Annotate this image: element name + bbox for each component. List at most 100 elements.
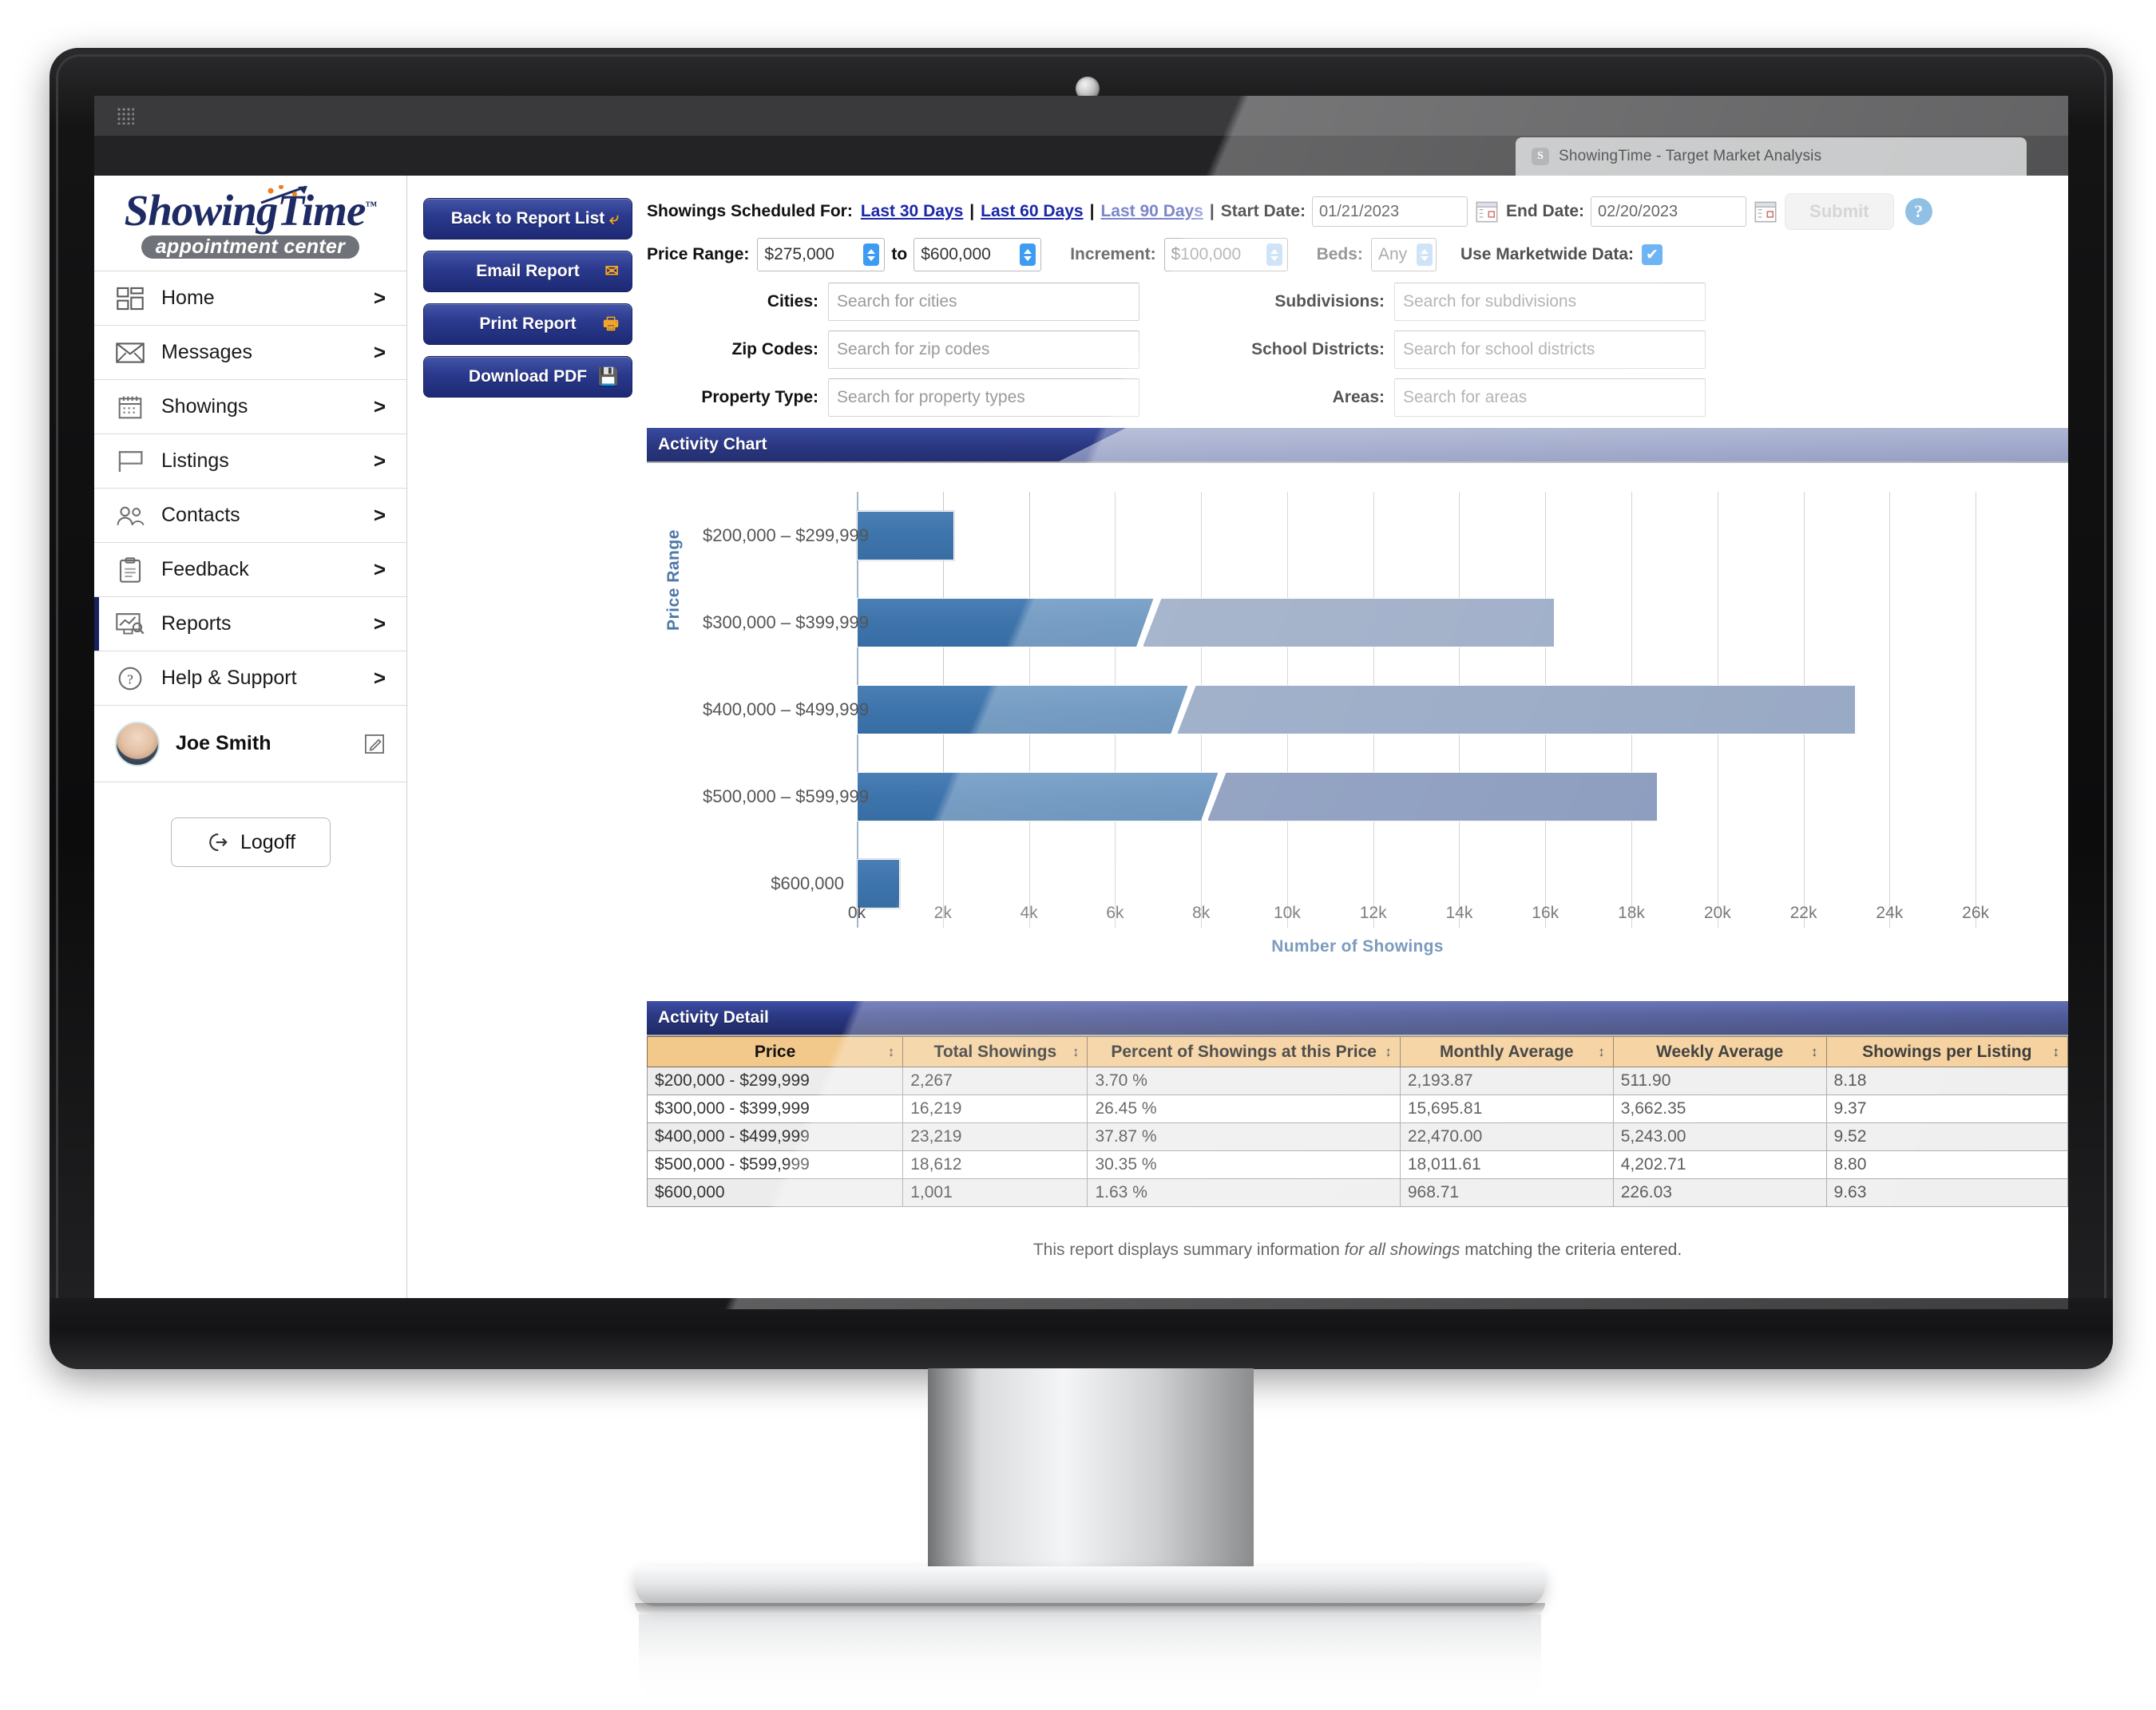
scheduled-for-label: Showings Scheduled For: [647,202,853,220]
logo-tm: ™ [365,200,377,213]
browser-tab[interactable]: S ShowingTime - Target Market Analysis [1516,137,2027,176]
calendar-picker-icon-2[interactable] [1754,200,1777,224]
brand-logo[interactable]: ShowingTime™ appointment center [94,176,406,271]
price-min-stepper[interactable] [863,243,880,266]
sidebar-item-label: Showings [161,395,248,418]
school-districts-input[interactable] [1394,331,1706,369]
chevron-right-icon: > [373,503,386,527]
chart-x-tick-label: 12k [1359,904,1387,922]
chart-x-tick-label: 2k [933,904,952,922]
column-header-showings-per-listing[interactable]: Showings per Listing ↕ [1825,1036,2068,1067]
chart-bar [857,772,1658,822]
printer-icon: 🖶 [603,315,619,334]
sign-icon [115,449,145,473]
sidebar-item-feedback[interactable]: Feedback > [94,543,406,597]
logoff-button[interactable]: Logoff [170,817,331,867]
table-cell: $500,000 - $599,999 [646,1150,904,1179]
sidebar-item-help-support[interactable]: ? Help & Support > [94,651,406,706]
chart-gridline [1889,492,1891,928]
chevron-right-icon: > [373,666,386,690]
table-cell: $200,000 - $299,999 [646,1067,904,1095]
marketwide-checkbox[interactable]: ✔ [1642,244,1663,265]
table-row: $400,000 - $499,999 23,219 37.87 % 22,470.0… [646,1122,2068,1151]
table-cell: 26.45 % [1087,1094,1401,1123]
chart-x-tick-label: 22k [1789,904,1817,922]
activity-chart-title: Activity Chart [658,435,767,453]
table-cell: 30.35 % [1087,1150,1401,1179]
sidebar-item-label: Feedback [161,558,249,580]
sidebar: ShowingTime™ appointment center Home > Mes… [94,176,407,1309]
table-cell: 8.80 [1825,1150,2068,1179]
table-cell: 3,662.35 [1612,1094,1827,1123]
chart-x-tick-label: 4k [1020,904,1038,922]
main-area: Back to Report List ⤶ Email Report ✉ Pri… [407,176,2068,1309]
monitor-stand-base [635,1566,1545,1606]
sidebar-item-contacts[interactable]: Contacts > [94,489,406,543]
footer-note-prefix: This report displays summary information [1032,1241,1345,1259]
sidebar-item-showings[interactable]: Showings > [94,380,406,434]
back-to-report-list-button[interactable]: Back to Report List ⤶ [423,198,632,239]
price-max-stepper[interactable] [1020,243,1036,266]
cities-label: Cities: [767,292,818,311]
monitor-stand-neck [928,1368,1254,1577]
logout-icon [209,833,228,852]
download-pdf-label: Download PDF [468,367,588,386]
question-mark-icon[interactable]: ? [1904,198,1932,225]
table-cell: 18,011.61 [1399,1150,1614,1179]
areas-input[interactable] [1394,378,1706,417]
table-cell: $300,000 - $399,999 [646,1094,904,1123]
separator-2: | [1089,202,1095,220]
sidebar-item-label: Reports [161,612,232,635]
chart-category-label: $400,000 – $499,999 [703,699,869,719]
subdivisions-input[interactable] [1394,283,1706,321]
email-report-button[interactable]: Email Report ✉ [423,251,632,292]
start-date-input[interactable] [1312,196,1468,227]
end-date-input[interactable] [1591,196,1747,227]
sidebar-item-reports[interactable]: Reports > [94,597,406,651]
sidebar-item-messages[interactable]: Messages > [94,326,406,380]
sidebar-item-label: Home [161,287,215,309]
price-to-label: to [891,245,908,263]
chart-x-tick-label: 10k [1273,904,1301,922]
column-header-weekly-average[interactable]: Weekly Average ↕ [1612,1036,1827,1067]
chart-x-tick-label: 0k [847,904,866,922]
sidebar-item-label: Contacts [161,504,240,526]
areas-label: Areas: [1332,388,1385,406]
property-type-input[interactable] [828,378,1139,417]
column-header-label: Weekly Average [1656,1042,1784,1061]
sidebar-item-home[interactable]: Home > [94,271,406,326]
report-icon [115,612,145,636]
download-pdf-button[interactable]: Download PDF 💾 [423,356,632,398]
last-90-days-link[interactable]: Last 90 Days [1100,202,1203,221]
column-header-label: Monthly Average [1439,1042,1574,1061]
pencil-square-icon[interactable] [363,733,386,755]
table-cell: 8.18 [1825,1067,2068,1095]
chart-x-axis-title: Number of Showings [1271,937,1444,956]
chart-x-tick-label: 14k [1445,904,1473,922]
report-content: Showings Scheduled For: Last 30 Days | L… [646,187,2068,1309]
zip-codes-input[interactable] [828,331,1139,369]
avatar [115,721,160,766]
last-30-days-link[interactable]: Last 30 Days [861,202,963,221]
cities-input[interactable] [828,283,1139,321]
beds-stepper[interactable] [1416,243,1433,266]
calendar-picker-icon[interactable] [1476,200,1498,224]
chart-bar-segment-mine [857,772,1219,821]
increment-stepper[interactable] [1266,243,1282,266]
last-60-days-link[interactable]: Last 60 Days [981,202,1083,221]
table-cell: 1.63 % [1087,1178,1401,1207]
column-header-price[interactable]: Price ↕ [646,1036,904,1067]
chevron-right-icon: > [373,394,386,418]
chart-bar [857,510,955,560]
sidebar-item-listings[interactable]: Listings > [94,434,406,489]
submit-button[interactable]: Submit [1785,193,1894,230]
table-cell: 5,243.00 [1612,1122,1827,1151]
user-row[interactable]: Joe Smith [94,706,406,782]
table-cell: 22,470.00 [1399,1122,1614,1151]
chevron-right-icon: > [373,286,386,310]
print-report-button[interactable]: Print Report 🖶 [423,303,632,345]
filter-row-price: Price Range: to [647,233,2068,276]
column-header-total-showings[interactable]: Total Showings ↕ [902,1036,1088,1067]
column-header-percent-of-showings-at-this-price[interactable]: Percent of Showings at this Price ↕ [1087,1036,1401,1067]
column-header-monthly-average[interactable]: Monthly Average ↕ [1399,1036,1614,1067]
